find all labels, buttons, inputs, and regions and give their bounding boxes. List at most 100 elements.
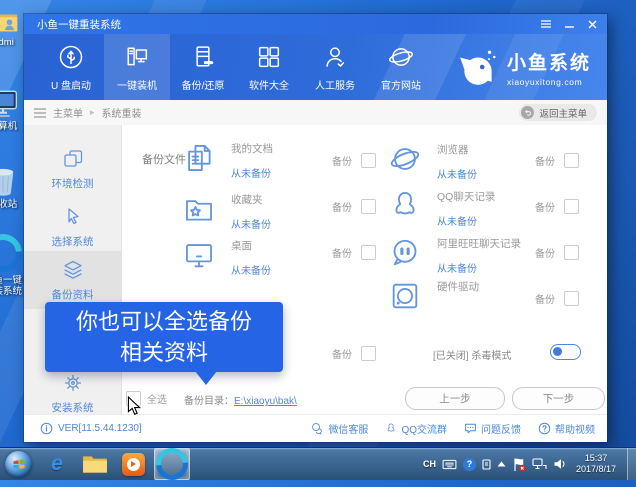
breadcrumb-root[interactable]: 主菜单 <box>53 105 83 120</box>
nav-item-label: U 盘启动 <box>51 77 91 92</box>
gear-icon <box>61 371 85 395</box>
taskbar-clock[interactable]: 15:37 2017/8/17 <box>576 453 616 475</box>
status-link-label: 问题反馈 <box>481 421 521 436</box>
backup-directory-link[interactable]: E:\xiaoyu\bak\ <box>234 396 297 407</box>
backup-row-hardware-driver: 硬件驱动 <box>388 279 479 313</box>
start-button[interactable] <box>5 451 32 478</box>
sidebar-item-choose-system[interactable]: 选择系统 <box>24 198 121 256</box>
tray-app-icon[interactable] <box>482 459 491 470</box>
backup-checkbox-browser[interactable] <box>564 153 579 168</box>
backup-label: 备份 <box>535 153 555 168</box>
nav-item-one-click-install[interactable]: 一键装机 <box>104 34 170 100</box>
recycle-bin-icon <box>0 166 18 196</box>
qq-group-link[interactable]: QQ交流群 <box>385 421 447 436</box>
tray-help-icon[interactable]: ? <box>463 458 476 471</box>
system-tray: CH ? <box>423 448 636 480</box>
select-all-label: 全选 <box>147 391 167 406</box>
never-backed-up-link[interactable]: 从未备份 <box>437 166 477 181</box>
backup-row-desktop: 桌面 从未备份 <box>182 238 271 277</box>
nav-item-software[interactable]: 软件大全 <box>236 34 302 100</box>
backup-label: 备份 <box>332 199 352 214</box>
language-indicator[interactable]: CH <box>423 459 436 469</box>
backup-checkbox-group: 备份 <box>535 245 579 260</box>
sidebar-item-env-check[interactable]: 环境检测 <box>24 140 121 198</box>
windows-flag-icon <box>12 458 26 470</box>
mouse-cursor <box>126 396 142 416</box>
hidden-icons-chevron[interactable] <box>497 461 506 467</box>
layers-icon <box>61 258 85 282</box>
select-all-tooltip: 你也可以全选备份 相关资料 <box>45 302 283 372</box>
qq-icon <box>385 422 397 435</box>
backup-item-title: 收藏夹 <box>231 192 271 207</box>
help-circle-icon <box>538 422 551 435</box>
backup-label: 备份 <box>332 245 352 260</box>
backup-checkbox-hidden-item[interactable] <box>361 346 376 361</box>
backup-label: 备份 <box>332 153 352 168</box>
sidebar-item-label: 安装系统 <box>52 400 94 415</box>
taskbar-explorer-button[interactable] <box>78 449 112 479</box>
sidebar-item-backup-data[interactable]: 备份资料 <box>24 251 121 309</box>
close-icon <box>588 20 597 29</box>
backup-checkbox-my-documents[interactable] <box>361 153 376 168</box>
sidebar-item-label: 备份资料 <box>52 287 94 302</box>
network-icon[interactable] <box>532 458 547 471</box>
nav-item-official-site[interactable]: 官方网站 <box>368 34 434 100</box>
nav-item-label: 人工服务 <box>315 77 355 92</box>
sidebar-item-label: 选择系统 <box>52 234 94 249</box>
back-to-main-menu-button[interactable]: 返回主菜单 <box>519 104 597 121</box>
favorites-folder-icon <box>182 192 216 226</box>
never-backed-up-link[interactable]: 从未备份 <box>437 260 521 275</box>
taskbar-ie-button[interactable]: e <box>40 449 74 479</box>
never-backed-up-link[interactable]: 从未备份 <box>231 216 271 231</box>
volume-icon[interactable] <box>553 458 566 470</box>
ie-icon: e <box>51 452 63 476</box>
breadcrumb-separator: ▸ <box>90 107 95 118</box>
antivirus-mode-toggle[interactable] <box>550 344 581 360</box>
desktop-icon-label: 计算机 <box>0 121 27 132</box>
keyboard-icon[interactable] <box>442 459 457 470</box>
never-backed-up-link[interactable]: 从未备份 <box>231 165 273 180</box>
backup-row-my-documents: 我的文档 从未备份 <box>182 141 273 180</box>
nav-item-label: 备份/还原 <box>182 77 225 92</box>
backup-directory: 备份目录：E:\xiaoyu\bak\ <box>184 392 297 407</box>
help-video-link[interactable]: 帮助视频 <box>538 421 595 436</box>
window-minimize-button[interactable] <box>561 17 577 31</box>
qq-icon <box>388 189 422 223</box>
never-backed-up-link[interactable]: 从未备份 <box>437 213 495 228</box>
backup-checkbox-favorites[interactable] <box>361 199 376 214</box>
version-group: VER[11.5.44.1230] <box>40 422 142 435</box>
window-close-button[interactable] <box>584 17 600 31</box>
app-window: 小鱼一键重装系统 U 盘启动 一键装机 <box>24 14 607 442</box>
nav-item-usb-boot[interactable]: U 盘启动 <box>38 34 104 100</box>
backup-row-wangwang-chat: 阿里旺旺聊天记录 从未备份 <box>388 236 521 275</box>
wechat-support-link[interactable]: 微信客服 <box>311 421 368 436</box>
action-center-flag-icon[interactable] <box>512 457 526 472</box>
backup-item-title: 我的文档 <box>231 141 273 156</box>
nav-item-backup-restore[interactable]: 备份/还原 <box>170 34 236 100</box>
taskbar-xiaoyu-app-button[interactable] <box>154 448 190 480</box>
feedback-link[interactable]: 问题反馈 <box>464 421 521 436</box>
show-desktop-button[interactable] <box>627 448 636 480</box>
backup-checkbox-desktop[interactable] <box>361 245 376 260</box>
brand-url: xiaoyuxitong.com <box>507 77 591 87</box>
backup-checkbox-group: 备份 <box>535 153 579 168</box>
taskbar-media-player-button[interactable] <box>116 449 150 479</box>
backup-directory-label: 备份目录： <box>184 396 234 407</box>
backup-checkbox-hardware-driver[interactable] <box>564 291 579 306</box>
toggle-knob <box>553 347 562 356</box>
server-stack-icon <box>189 43 217 71</box>
fish-icon <box>457 47 499 87</box>
backup-checkbox-group: 备份 <box>535 291 579 306</box>
backup-checkbox-group: 备份 <box>332 245 376 260</box>
window-menu-button[interactable] <box>538 17 554 31</box>
hamburger-icon <box>541 20 551 28</box>
next-step-button[interactable]: 下一步 <box>512 387 605 410</box>
backup-checkbox-wangwang[interactable] <box>564 245 579 260</box>
never-backed-up-link[interactable]: 从未备份 <box>231 262 271 277</box>
nav-item-support[interactable]: 人工服务 <box>302 34 368 100</box>
prev-step-button[interactable]: 上一步 <box>405 387 505 410</box>
globe-icon <box>387 43 415 71</box>
browser-icon <box>388 142 422 176</box>
backup-item-title: 硬件驱动 <box>437 279 479 294</box>
backup-checkbox-qq-chat[interactable] <box>564 199 579 214</box>
